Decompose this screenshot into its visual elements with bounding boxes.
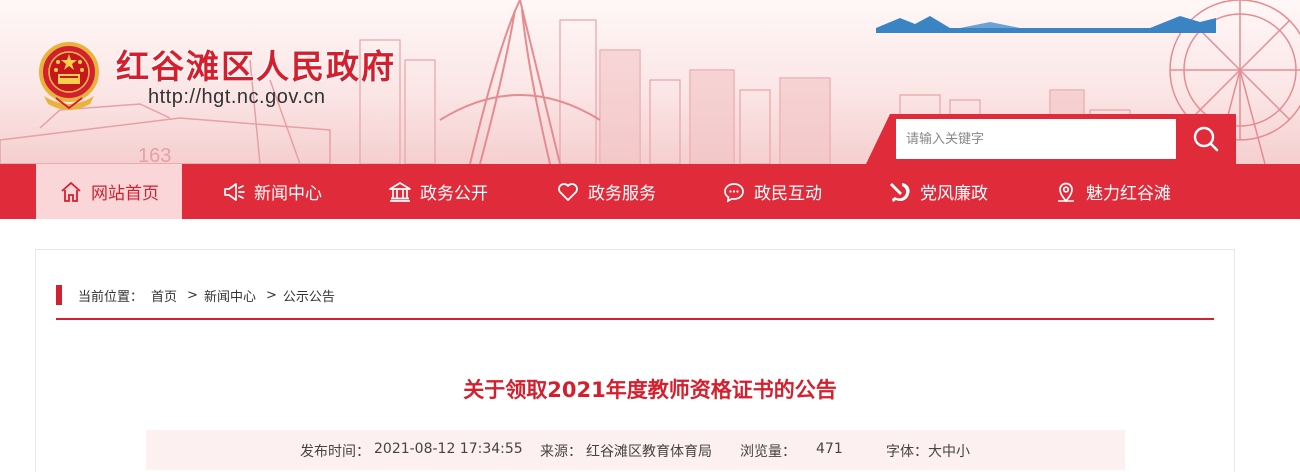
breadcrumb-link-home[interactable]: 首页 (151, 286, 177, 305)
breadcrumb-separator: > (187, 287, 198, 303)
national-emblem-icon (39, 42, 99, 110)
nav-item-gov-services[interactable]: 政务服务 (534, 164, 678, 219)
views-label: 浏览量： (740, 444, 796, 460)
nav-item-home[interactable]: 网站首页 (36, 164, 182, 219)
search-input[interactable] (896, 119, 1176, 159)
breadcrumb-divider (56, 318, 1214, 320)
article-title: 关于领取2021年度教师资格证书的公告 (463, 378, 837, 402)
site-title[interactable]: 红谷滩区人民政府 (116, 40, 396, 88)
source-label: 来源： (540, 444, 582, 460)
site-url: http://hgt.nc.gov.cn (148, 86, 326, 108)
search-icon (1193, 126, 1219, 152)
nav-item-news[interactable]: 新闻中心 (200, 164, 344, 219)
nav-item-label: 魅力红谷滩 (1086, 184, 1171, 204)
source-value: 红谷滩区教育体育局 (586, 444, 712, 460)
location-pin-icon (1058, 182, 1074, 202)
search-bar (866, 114, 1236, 164)
breadcrumb-marker (56, 285, 62, 305)
main-nav: 网站首页 新闻中心 政务公开 政务服务 政民互动 党风廉政 魅力红谷滩 (0, 164, 1300, 219)
breadcrumb-link-notices[interactable]: 公示公告 (283, 286, 335, 305)
nav-item-label: 政务服务 (588, 184, 656, 204)
breadcrumb-label: 当前位置： (78, 289, 144, 305)
nav-item-label: 政民互动 (754, 184, 822, 204)
article-meta-bar: 发布时间： 2021-08-12 17:34:55 来源： 红谷滩区教育体育局 … (146, 430, 1125, 470)
party-emblem-icon (890, 182, 910, 202)
home-icon (61, 181, 81, 202)
megaphone-icon (224, 182, 245, 201)
nav-item-label: 新闻中心 (254, 184, 322, 204)
nav-item-label: 政务公开 (420, 184, 488, 204)
publish-time: 2021-08-12 17:34:55 (374, 441, 523, 457)
font-size-large[interactable]: 大 (928, 441, 942, 461)
government-building-icon (389, 181, 411, 202)
heart-icon (558, 182, 578, 201)
svg-text:163: 163 (138, 145, 171, 164)
search-button[interactable] (1182, 119, 1230, 159)
publish-time-label: 发布时间： (300, 444, 370, 460)
nav-item-charm[interactable]: 魅力红谷滩 (1032, 164, 1193, 219)
nav-item-gov-affairs[interactable]: 政务公开 (366, 164, 510, 219)
breadcrumb-link-news[interactable]: 新闻中心 (204, 286, 256, 305)
breadcrumb-separator: > (265, 287, 277, 303)
breadcrumb: 当前位置： 首页 > 新闻中心 > 公示公告 (56, 285, 335, 305)
nav-item-party-integrity[interactable]: 党风廉政 (866, 164, 1010, 219)
nav-item-interaction[interactable]: 政民互动 (700, 164, 844, 219)
nav-item-label: 党风廉政 (920, 184, 988, 204)
font-size-small[interactable]: 小 (956, 441, 970, 461)
chat-bubble-icon (724, 182, 744, 203)
font-size-medium[interactable]: 中 (942, 441, 956, 461)
views-count: 471 (816, 441, 843, 457)
header-banner: 163 红谷滩区人民政府 http://hgt.nc.gov.cn (0, 0, 1300, 164)
nav-item-label: 网站首页 (91, 184, 159, 204)
font-size-label: 字体： (886, 444, 928, 460)
